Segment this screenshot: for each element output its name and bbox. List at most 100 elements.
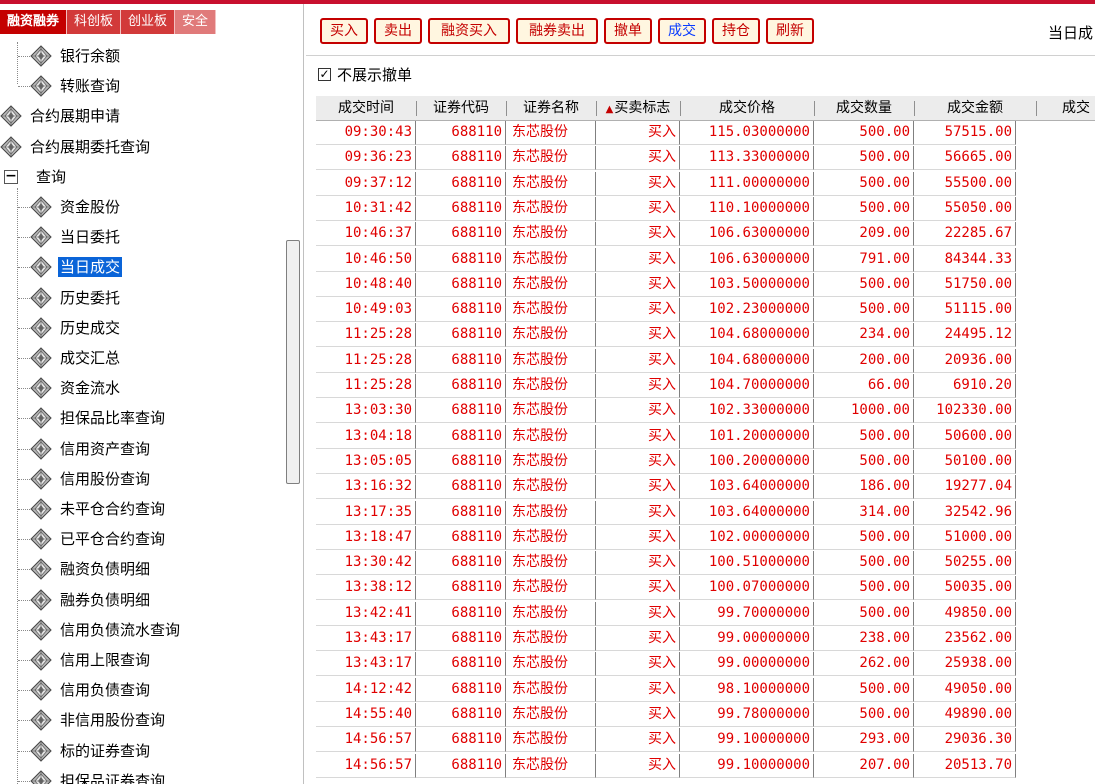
tree-item-label: 非信用股份查询: [60, 711, 166, 730]
positions-button[interactable]: 持仓: [712, 18, 760, 44]
column-header-label: 买卖标志: [614, 100, 671, 116]
table-row[interactable]: 10:48:40 688110 东芯股份 买入 103.50000000 500.00 51…: [316, 272, 1016, 297]
side-cell: 买入: [596, 222, 680, 247]
short-sell-button[interactable]: 融券卖出: [516, 18, 598, 44]
column-separator[interactable]: [596, 101, 597, 116]
category-tab[interactable]: 科创板: [67, 10, 122, 34]
tree-item[interactable]: 当日成交: [30, 253, 123, 281]
column-separator[interactable]: [914, 101, 915, 116]
table-row[interactable]: 10:49:03 688110 东芯股份 买入 102.23000000 500.00 51…: [316, 298, 1016, 323]
tree-item[interactable]: 标的证券查询: [30, 737, 152, 765]
tree-item[interactable]: 当日委托: [30, 223, 122, 251]
table-row[interactable]: 10:46:50 688110 东芯股份 买入 106.63000000 791.00 84…: [316, 247, 1016, 272]
table-row[interactable]: 13:03:30 688110 东芯股份 买入 102.33000000 1000.00 1…: [316, 399, 1016, 424]
tree-item[interactable]: 信用资产查询: [30, 435, 152, 463]
column-separator[interactable]: [1036, 101, 1037, 116]
security-code-cell: 688110: [416, 728, 506, 753]
side-cell: 买入: [596, 121, 680, 145]
tree-item[interactable]: 融券负债明细: [30, 586, 152, 614]
tree-scrollbar-thumb[interactable]: [286, 240, 300, 484]
table-row[interactable]: 11:25:28 688110 东芯股份 买入 104.70000000 66.00 691…: [316, 374, 1016, 398]
tree-item-label: 查询: [36, 167, 67, 186]
table-row[interactable]: 14:12:42 688110 东芯股份 买入 98.10000000 500.00 490…: [316, 677, 1016, 702]
tree-item[interactable]: 已平仓合约查询: [30, 525, 167, 553]
amount-cell: 50100.00: [914, 449, 1016, 474]
collapse-minus-icon[interactable]: −: [4, 169, 18, 184]
table-row[interactable]: 11:25:28 688110 东芯股份 买入 104.68000000 234.00 24…: [316, 323, 1016, 348]
refresh-button[interactable]: 刷新: [766, 18, 814, 44]
table-row[interactable]: 13:05:05 688110 东芯股份 买入 100.20000000 500.00 50…: [316, 449, 1016, 474]
tree-item-label: 信用负债流水查询: [60, 620, 181, 639]
table-row[interactable]: 14:56:57 688110 东芯股份 买入 99.10000000 207.00 205…: [316, 753, 1016, 778]
tree-guide-line: [17, 42, 18, 84]
tree-item[interactable]: 资金股份: [30, 193, 122, 221]
cancel-order-button[interactable]: 撤单: [604, 18, 652, 44]
price-cell: 113.33000000: [680, 146, 814, 171]
price-cell: 115.03000000: [680, 121, 814, 145]
column-header[interactable]: 证券代码: [416, 96, 506, 121]
security-name-cell: 东芯股份: [506, 702, 596, 727]
tree-item[interactable]: 担保品证券查询: [30, 767, 167, 784]
tree-item[interactable]: 历史成交: [30, 314, 122, 342]
column-header[interactable]: ▲买卖标志: [596, 96, 680, 121]
table-row[interactable]: 11:25:28 688110 东芯股份 买入 104.68000000 200.00 20…: [316, 348, 1016, 373]
tree-item[interactable]: 合约展期委托查询: [0, 133, 152, 161]
side-cell: 买入: [596, 728, 680, 753]
table-row[interactable]: 14:56:57 688110 东芯股份 买入 99.10000000 293.00 290…: [316, 728, 1016, 753]
tree-item[interactable]: 非信用股份查询: [30, 706, 167, 734]
table-row[interactable]: 09:36:23 688110 东芯股份 买入 113.33000000 500.00 56…: [316, 146, 1016, 171]
tree-item[interactable]: 融资负债明细: [30, 555, 152, 583]
table-row[interactable]: 13:43:17 688110 东芯股份 买入 99.00000000 238.00 235…: [316, 627, 1016, 651]
table-row[interactable]: 13:04:18 688110 东芯股份 买入 101.20000000 500.00 50…: [316, 424, 1016, 449]
tree-item[interactable]: 银行余额: [30, 42, 122, 70]
tree-item[interactable]: 合约展期申请: [0, 102, 122, 130]
column-separator[interactable]: [814, 101, 815, 116]
margin-buy-button[interactable]: 融资买入: [428, 18, 510, 44]
tree-item[interactable]: 未平仓合约查询: [30, 495, 167, 523]
tree-item[interactable]: − 查询: [0, 163, 68, 191]
table-row[interactable]: 09:30:43 688110 东芯股份 买入 115.03000000 500.00 57…: [316, 121, 1016, 145]
tree-item[interactable]: 转账查询: [30, 72, 122, 100]
table-row[interactable]: 10:46:37 688110 东芯股份 买入 106.63000000 209.00 22…: [316, 222, 1016, 247]
tree-item[interactable]: 资金流水: [30, 374, 122, 402]
quantity-cell: 209.00: [814, 222, 914, 247]
table-row[interactable]: 13:16:32 688110 东芯股份 买入 103.64000000 186.00 19…: [316, 475, 1016, 500]
column-header[interactable]: 证券名称: [506, 96, 596, 121]
column-separator[interactable]: [416, 101, 417, 116]
column-separator[interactable]: [506, 101, 507, 116]
column-header[interactable]: 成交价格: [680, 96, 814, 121]
security-code-cell: 688110: [416, 222, 506, 247]
table-row[interactable]: 13:30:42 688110 东芯股份 买入 100.51000000 500.00 50…: [316, 551, 1016, 576]
buy-button[interactable]: 买入: [320, 18, 368, 44]
table-row[interactable]: 13:42:41 688110 东芯股份 买入 99.70000000 500.00 498…: [316, 601, 1016, 626]
tree-item[interactable]: 信用上限查询: [30, 646, 152, 674]
tree-item[interactable]: 信用负债流水查询: [30, 616, 182, 644]
column-separator[interactable]: [680, 101, 681, 116]
tree-item[interactable]: 信用负债查询: [30, 676, 152, 704]
column-header[interactable]: 成交金额: [914, 96, 1036, 121]
table-row[interactable]: 14:55:40 688110 东芯股份 买入 99.78000000 500.00 498…: [316, 702, 1016, 727]
trades-button[interactable]: 成交: [658, 18, 706, 44]
check-icon[interactable]: ✓: [318, 67, 331, 81]
hide-cancelled-filter[interactable]: ✓ 不展示撤单: [318, 62, 412, 86]
column-header-label: 成交金额: [947, 100, 1003, 116]
tree-item[interactable]: 信用股份查询: [30, 465, 152, 493]
security-name-cell: 东芯股份: [506, 298, 596, 323]
table-row[interactable]: 13:43:17 688110 东芯股份 买入 99.00000000 262.00 259…: [316, 652, 1016, 677]
sell-button[interactable]: 卖出: [374, 18, 422, 44]
tree-item[interactable]: 担保品比率查询: [30, 404, 167, 432]
tree-item[interactable]: 历史委托: [30, 284, 122, 312]
table-row[interactable]: 13:17:35 688110 东芯股份 买入 103.64000000 314.00 32…: [316, 500, 1016, 525]
tree-item[interactable]: 成交汇总: [30, 344, 122, 372]
category-tab[interactable]: 安全: [175, 10, 217, 34]
category-tab[interactable]: 融资融券: [0, 10, 68, 34]
security-name-cell: 东芯股份: [506, 121, 596, 145]
table-row[interactable]: 13:18:47 688110 东芯股份 买入 102.00000000 500.00 51…: [316, 525, 1016, 550]
table-row[interactable]: 10:31:42 688110 东芯股份 买入 110.10000000 500.00 55…: [316, 196, 1016, 221]
table-row[interactable]: 13:38:12 688110 东芯股份 买入 100.07000000 500.00 50…: [316, 576, 1016, 601]
column-header[interactable]: 成交时间: [316, 96, 416, 121]
column-header[interactable]: 成交: [1036, 96, 1095, 121]
category-tab[interactable]: 创业板: [121, 10, 176, 34]
column-header[interactable]: 成交数量: [814, 96, 914, 121]
table-row[interactable]: 09:37:12 688110 东芯股份 买入 111.00000000 500.00 55…: [316, 171, 1016, 196]
